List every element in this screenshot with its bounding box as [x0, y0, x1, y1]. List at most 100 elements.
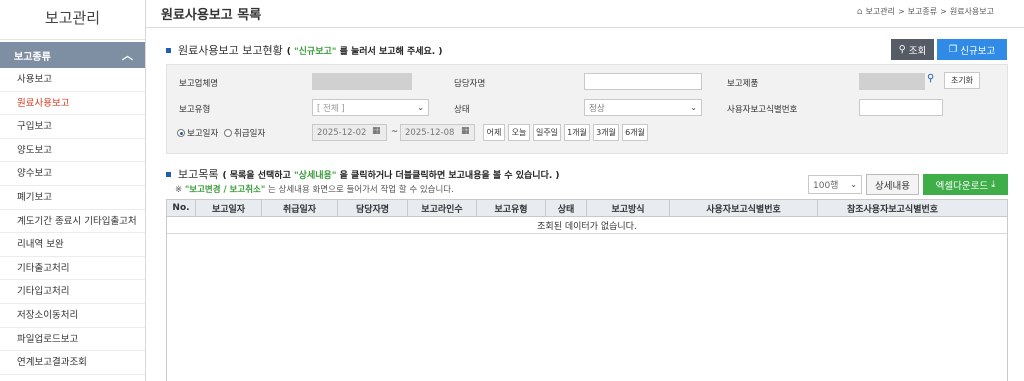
column-header[interactable]: 참조사용자보고식별번호	[818, 200, 967, 216]
chevron-down-icon: ⌄	[417, 103, 424, 112]
sidebar-item-purchase-report[interactable]: 구입보고	[0, 115, 145, 139]
date-to-value: 2025-12-08	[405, 127, 455, 138]
date-from-value: 2025-12-02	[317, 127, 367, 138]
breadcrumb-separator: >	[940, 7, 947, 16]
breadcrumb-item[interactable]: 보고관리	[866, 6, 895, 17]
user-id-label: 사용자보고식별번호	[727, 105, 798, 115]
status-section-note: ( "신규보고" 를 눌러서 보고해 주세요. )	[287, 44, 443, 57]
sidebar-group-label: 보고종류	[14, 51, 51, 63]
calendar-icon[interactable]: ▦	[372, 126, 385, 139]
quick-3month-button[interactable]: 3개월	[593, 124, 619, 141]
excel-download-button[interactable]: 엑셀다운로드 ⤓	[923, 174, 1008, 195]
quick-1month-button[interactable]: 1개월	[564, 124, 590, 141]
sidebar-item-file-upload[interactable]: 파일업로드보고	[0, 328, 145, 352]
note-highlight: "보고변경 / 보고취소"	[184, 185, 266, 195]
sidebar-item-storage-move[interactable]: 저장소이동처리	[0, 304, 145, 328]
note-text: ( 목록을 선택하고	[222, 170, 294, 181]
search-button[interactable]: ⚲ 조회	[891, 39, 934, 60]
manager-input[interactable]	[584, 73, 702, 90]
date-separator: ~	[391, 127, 399, 137]
sidebar-item-transfer-report[interactable]: 양도보고	[0, 139, 145, 163]
note-text: (	[286, 46, 294, 57]
note-highlight: "신규보고"	[293, 46, 337, 57]
sidebar-brand: 보고관리	[0, 0, 145, 40]
sidebar-item-linked-result[interactable]: 연계보고결과조회	[0, 351, 145, 375]
breadcrumb: ⌂ 보고관리 > 보고종류 > 원료사용보고	[857, 6, 994, 17]
home-icon[interactable]: ⌂	[857, 7, 863, 17]
page-title: 원료사용보고 목록	[161, 8, 262, 23]
column-header[interactable]: 보고방식	[587, 200, 670, 216]
quick-week-button[interactable]: 일주일	[533, 124, 561, 141]
breadcrumb-item: 원료사용보고	[949, 7, 994, 16]
column-header[interactable]: 보고유형	[477, 200, 546, 216]
sidebar-item-guidance-period[interactable]: 계도기간 종료시 기타입출고처	[0, 210, 145, 234]
type-label: 보고유형	[179, 105, 211, 115]
column-header[interactable]: 사용자보고식별번호	[670, 200, 818, 216]
column-header[interactable]: 담당자명	[338, 200, 408, 216]
radio-selected-icon	[177, 129, 185, 137]
status-label: 상태	[454, 105, 470, 115]
search-icon[interactable]: ⚲	[927, 73, 942, 88]
column-header[interactable]: 상태	[546, 200, 587, 216]
product-field	[859, 73, 925, 90]
list-sub-note: ※ "보고변경 / 보고취소" 는 상세내용 화면으로 들어가서 작업 할 수 …	[175, 183, 454, 195]
table-header: No. 보고일자 취급일자 담당자명 보고라인수 보고유형 상태 보고방식 사용…	[167, 200, 1007, 217]
chevron-down-icon: ⌄	[690, 103, 697, 112]
note-text: ※	[175, 185, 185, 195]
sidebar-item-material-usage-report[interactable]: 원료사용보고	[0, 92, 145, 116]
type-select[interactable]: [ 전체 ] ⌄	[312, 99, 429, 116]
download-icon: ⤓	[991, 179, 996, 190]
sidebar-item-usage-report[interactable]: 사용보고	[0, 68, 145, 92]
search-icon: ⚲	[898, 44, 906, 55]
quick-6month-button[interactable]: 6개월	[622, 124, 648, 141]
radio-report-date-label: 보고일자	[187, 129, 219, 139]
status-select-value: 정상	[589, 103, 605, 114]
radio-report-date[interactable]: 보고일자	[177, 127, 218, 139]
quick-yesterday-button[interactable]: 어제	[483, 124, 505, 141]
sidebar-group-header[interactable]: 보고종류 ︿	[0, 42, 145, 68]
manager-label: 담당자명	[454, 79, 486, 89]
column-header[interactable]: 취급일자	[262, 200, 338, 216]
chevron-up-icon: ︿	[122, 49, 133, 62]
status-section-title: 원료사용보고 보고현황	[178, 44, 283, 57]
excel-download-label: 엑셀다운로드	[935, 180, 989, 192]
radio-cancel-date[interactable]: 취급일자	[224, 127, 265, 139]
note-highlight: "상세내용"	[293, 170, 337, 181]
breadcrumb-separator: >	[897, 7, 905, 16]
calendar-icon[interactable]: ▦	[461, 126, 474, 139]
search-button-label: 조회	[908, 45, 927, 57]
status-select[interactable]: 정상 ⌄	[584, 99, 702, 116]
new-report-button-label: 신규보고	[960, 45, 996, 57]
list-section-title: 보고목록	[178, 168, 219, 181]
column-header[interactable]: 보고일자	[196, 200, 262, 216]
new-report-button[interactable]: ❐ 신규보고	[937, 39, 1007, 60]
sidebar-item-other-outbound[interactable]: 기타출고처리	[0, 257, 145, 281]
sidebar-item-other-inbound[interactable]: 기타입고처리	[0, 280, 145, 304]
top-bar: 원료사용보고 목록 ⌂ 보고관리 > 보고종류 > 원료사용보고	[146, 0, 1024, 28]
square-bullet-icon	[166, 47, 171, 53]
rows-per-page-value: 100행	[813, 181, 839, 191]
company-label: 보고업체명	[179, 79, 219, 89]
detail-button[interactable]: 상세내용	[866, 174, 919, 195]
reset-button[interactable]: 초기화	[944, 72, 980, 89]
radio-cancel-date-label: 취급일자	[234, 129, 266, 139]
empty-table-message: 조회된 데이터가 없습니다.	[167, 217, 1007, 234]
rows-per-page-select[interactable]: 100행 ⌄	[808, 175, 862, 194]
note-text: 을 클릭하거나 더블클릭하면 보고내용을 볼 수 있습니다. )	[336, 170, 560, 181]
user-id-input[interactable]	[859, 99, 943, 116]
filter-panel: 보고업체명 담당자명 보고제품 ⚲ 초기화 보고유형 [ 전체 ] ⌄ 상태 정…	[166, 64, 1008, 154]
report-table: No. 보고일자 취급일자 담당자명 보고라인수 보고유형 상태 보고방식 사용…	[166, 199, 1008, 381]
sidebar-item-acquire-report[interactable]: 양수보고	[0, 162, 145, 186]
column-header[interactable]: No.	[167, 200, 196, 216]
breadcrumb-item[interactable]: 보고종류	[908, 6, 937, 17]
sidebar: 보고관리 보고종류 ︿ 사용보고 원료사용보고 구입보고 양도보고 양수보고 폐…	[0, 0, 146, 381]
sidebar-item-history-supplement[interactable]: 리내역 보완	[0, 233, 145, 257]
list-section-note: ( 목록을 선택하고 "상세내용" 을 클릭하거나 더블클릭하면 보고내용을 볼…	[222, 168, 559, 181]
sidebar-item-disposal-report[interactable]: 폐기보고	[0, 186, 145, 210]
product-label: 보고제품	[727, 79, 759, 89]
status-section-header: 원료사용보고 보고현황 ( "신규보고" 를 눌러서 보고해 주세요. )	[166, 42, 442, 58]
note-text: 는 상세내용 화면으로 들어가서 작업 할 수 있습니다.	[265, 185, 454, 195]
note-text: 를 눌러서 보고해 주세요. )	[336, 46, 443, 57]
column-header[interactable]: 보고라인수	[408, 200, 477, 216]
quick-today-button[interactable]: 오늘	[508, 124, 530, 141]
